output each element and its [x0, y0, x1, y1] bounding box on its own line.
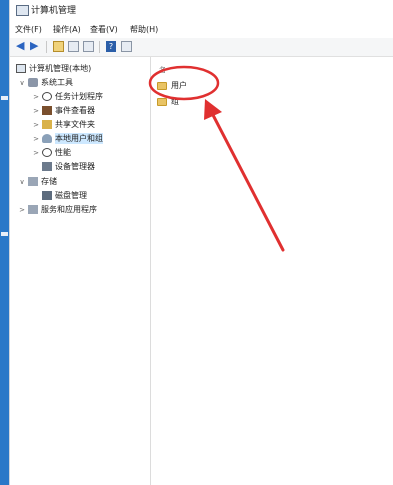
- tree-node-system-tools[interactable]: ∨ 系统工具: [18, 76, 73, 89]
- tree-node-shared-folders[interactable]: > 共享文件夹: [32, 118, 95, 131]
- disk-icon: [42, 191, 52, 200]
- chevron-down-icon[interactable]: ∨: [18, 178, 26, 186]
- export-icon[interactable]: [83, 41, 94, 52]
- menu-action[interactable]: 操作(A): [53, 24, 81, 35]
- menu-view[interactable]: 查看(V): [90, 24, 118, 35]
- performance-icon: [42, 148, 52, 157]
- users-icon: [42, 134, 52, 143]
- back-arrow-icon[interactable]: ◀: [16, 40, 27, 51]
- menu-help[interactable]: 帮助(H): [130, 24, 158, 35]
- chevron-right-icon[interactable]: >: [18, 206, 26, 214]
- tree-node-performance[interactable]: > 性能: [32, 146, 71, 159]
- tree-node-disk-management[interactable]: 磁盘管理: [40, 189, 87, 202]
- toolbar: ◀ ▶ ?: [10, 38, 393, 57]
- help-icon[interactable]: ?: [106, 41, 116, 52]
- shared-folder-icon: [42, 120, 52, 129]
- chevron-down-icon[interactable]: ∨: [18, 79, 26, 87]
- tree-node-device-manager[interactable]: 设备管理器: [40, 160, 95, 173]
- storage-icon: [28, 177, 38, 186]
- properties-icon[interactable]: [68, 41, 79, 52]
- tree-node-task-scheduler[interactable]: > 任务计划程序: [32, 90, 103, 103]
- menu-file[interactable]: 文件(F): [15, 24, 42, 35]
- tree-node-event-viewer[interactable]: > 事件查看器: [32, 104, 95, 117]
- tree-node-storage[interactable]: ∨ 存储: [18, 175, 57, 188]
- menu-bar: 文件(F) 操作(A) 查看(V) 帮助(H): [10, 21, 393, 37]
- show-hide-icon[interactable]: [121, 41, 132, 52]
- title-bar[interactable]: 计算机管理: [10, 0, 393, 20]
- list-item-label: 组: [171, 97, 179, 106]
- chevron-right-icon[interactable]: >: [32, 93, 40, 101]
- navigation-tree: 计算机管理(本地) ∨ 系统工具 > 任务计划程序 > 事件查看器 > 共享文件…: [10, 57, 151, 485]
- toolbar-separator: [99, 41, 100, 53]
- computer-management-window: 计算机管理 文件(F) 操作(A) 查看(V) 帮助(H) ◀ ▶ ? 计算机管…: [9, 0, 393, 485]
- tree-node-services[interactable]: > 服务和应用程序: [18, 203, 97, 216]
- event-log-icon: [42, 106, 52, 115]
- tree-node-local-users[interactable]: > 本地用户和组: [32, 132, 103, 145]
- device-manager-icon: [42, 162, 52, 171]
- content-pane: 名 用户 组: [153, 57, 393, 485]
- tree-node-root[interactable]: 计算机管理(本地): [14, 62, 91, 75]
- chevron-right-icon[interactable]: >: [32, 149, 40, 157]
- desktop-icon-fragment: [1, 232, 8, 236]
- forward-arrow-icon[interactable]: ▶: [30, 40, 41, 51]
- chevron-right-icon[interactable]: >: [32, 107, 40, 115]
- column-header-name[interactable]: 名: [159, 65, 166, 75]
- screenshot-frame: 计算机管理 文件(F) 操作(A) 查看(V) 帮助(H) ◀ ▶ ? 计算机管…: [0, 0, 393, 485]
- tools-icon: [28, 78, 38, 87]
- desktop-background: [0, 0, 9, 485]
- list-item-users[interactable]: 用户: [157, 79, 187, 92]
- list-item-label: 用户: [171, 81, 187, 90]
- toolbar-separator: [46, 41, 47, 53]
- chevron-right-icon[interactable]: >: [32, 121, 40, 129]
- window-title: 计算机管理: [31, 6, 77, 16]
- computer-management-icon: [16, 5, 29, 16]
- clock-icon: [42, 92, 52, 101]
- folder-icon: [157, 81, 167, 90]
- chevron-right-icon[interactable]: >: [32, 135, 40, 143]
- computer-icon: [16, 64, 26, 73]
- list-item-groups[interactable]: 组: [157, 95, 179, 108]
- folder-icon: [157, 97, 167, 106]
- desktop-icon-fragment: [1, 96, 8, 100]
- folder-up-icon[interactable]: [53, 41, 64, 52]
- services-icon: [28, 205, 38, 214]
